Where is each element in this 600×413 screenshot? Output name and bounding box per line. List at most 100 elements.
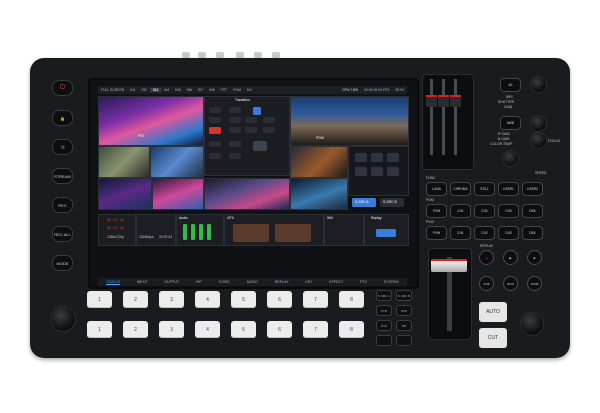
- transition-option[interactable]: [209, 153, 221, 159]
- pgm-key-5[interactable]: 5: [231, 291, 256, 308]
- user1-button[interactable]: USER1: [498, 182, 519, 196]
- tab-system[interactable]: SYSTEM: [384, 280, 399, 284]
- input-thumb-6[interactable]: [204, 178, 290, 210]
- rec-button[interactable]: REC: [52, 197, 73, 213]
- auto-iris-button[interactable]: A/I: [500, 78, 521, 92]
- pgm-key-2[interactable]: 2: [123, 291, 148, 308]
- mv-cell[interactable]: [355, 153, 367, 162]
- pvw-key-4[interactable]: 4: [195, 321, 220, 338]
- transition-option[interactable]: [209, 117, 221, 123]
- speed-knob[interactable]: [502, 150, 519, 167]
- tab-in3[interactable]: IN3: [149, 88, 162, 92]
- replay-play-button[interactable]: ▶: [503, 250, 518, 265]
- pvw-key-8[interactable]: 8: [339, 321, 364, 338]
- tab-mv[interactable]: MV: [244, 88, 255, 92]
- pgm-ch1-button[interactable]: CH1: [450, 204, 471, 218]
- pvw-key-6[interactable]: 6: [267, 321, 292, 338]
- fader-knob[interactable]: [426, 95, 437, 107]
- pvw-ch2-button[interactable]: CH2: [474, 226, 495, 240]
- ptz-key[interactable]: PTZ: [376, 320, 392, 331]
- mv-cell[interactable]: [387, 167, 399, 176]
- transition-thumb[interactable]: [253, 141, 267, 151]
- tab-in4[interactable]: IN4: [161, 88, 172, 92]
- stream-button[interactable]: STREAM: [52, 168, 73, 184]
- tab-in1[interactable]: IN1: [127, 88, 138, 92]
- transition-option[interactable]: [229, 117, 241, 123]
- pvw-ch1-button[interactable]: CH1: [450, 226, 471, 240]
- tab-audio[interactable]: AUDIO: [247, 280, 258, 284]
- small-key[interactable]: [376, 335, 392, 346]
- power-button[interactable]: ⏻: [52, 80, 73, 96]
- tab-key[interactable]: KEY: [305, 280, 312, 284]
- mv-cell[interactable]: [371, 167, 383, 176]
- pvw-key-3[interactable]: 3: [159, 321, 184, 338]
- pvw-key-1[interactable]: 1: [87, 321, 112, 338]
- tab-s-src[interactable]: S-SRC: [219, 280, 230, 284]
- tab-in6[interactable]: IN6: [184, 88, 195, 92]
- awb-button[interactable]: AWB: [500, 116, 521, 130]
- input-thumb-7[interactable]: [290, 178, 348, 210]
- user2-button[interactable]: USER2: [522, 182, 543, 196]
- pgm-key-6[interactable]: 6: [267, 291, 292, 308]
- transition-option[interactable]: [245, 117, 257, 123]
- transition-record-button[interactable]: [209, 127, 221, 134]
- pgm-preview[interactable]: [290, 96, 409, 146]
- tab-pst[interactable]: PST: [218, 88, 231, 92]
- s-src-b-key[interactable]: S-SRC B: [396, 290, 412, 301]
- mv-cell[interactable]: [371, 153, 383, 162]
- tab-input[interactable]: INPUT: [137, 280, 148, 284]
- tab-in5[interactable]: IN5: [172, 88, 183, 92]
- ptz-joystick[interactable]: [50, 306, 76, 332]
- pvw-key-7[interactable]: 7: [303, 321, 328, 338]
- lock-button[interactable]: 🔒: [52, 110, 73, 126]
- replay-stop-button[interactable]: ■: [527, 250, 542, 265]
- gfx-thumb[interactable]: [275, 224, 311, 242]
- control-knob[interactable]: [520, 312, 544, 336]
- transition-option[interactable]: [229, 107, 241, 113]
- chroma-button[interactable]: CHROMA: [450, 182, 471, 196]
- pgm-key-3[interactable]: 3: [159, 291, 184, 308]
- mv-cell[interactable]: [387, 153, 399, 162]
- fader-knob[interactable]: [450, 95, 461, 107]
- focus-knob[interactable]: [530, 132, 547, 149]
- pgm-ch3-button[interactable]: CH3: [498, 204, 519, 218]
- pvw-ch3-button[interactable]: CH3: [498, 226, 519, 240]
- pgm-ch2-button[interactable]: CH2: [474, 204, 495, 218]
- gfx-thumb[interactable]: [233, 224, 269, 242]
- transition-option[interactable]: [209, 107, 221, 113]
- luma-button[interactable]: LUMA: [426, 182, 447, 196]
- pgm-key-4[interactable]: 4: [195, 291, 220, 308]
- pgm-key-1[interactable]: 1: [87, 291, 112, 308]
- pgm-key-7[interactable]: 7: [303, 291, 328, 308]
- tab-fullscreen[interactable]: FULL SCREEN: [98, 88, 127, 92]
- transition-option[interactable]: [229, 141, 241, 147]
- input-thumb-5[interactable]: [152, 178, 204, 210]
- tab-replay[interactable]: REPLAY: [275, 280, 289, 284]
- pgm-key-8[interactable]: 8: [339, 291, 364, 308]
- input-thumb-3[interactable]: [290, 146, 348, 178]
- pvw-key-5[interactable]: 5: [231, 321, 256, 338]
- iris-knob[interactable]: [530, 76, 547, 93]
- replay-play-button[interactable]: [376, 229, 396, 237]
- wb-knob[interactable]: [530, 115, 547, 132]
- tab-pip[interactable]: PIP: [196, 280, 202, 284]
- small-key[interactable]: [396, 335, 412, 346]
- pip-key[interactable]: PIP: [396, 320, 412, 331]
- auto-button[interactable]: AUTO: [479, 302, 507, 322]
- input-thumb-4[interactable]: [98, 178, 152, 210]
- transition-option[interactable]: [263, 117, 275, 123]
- run-button[interactable]: RUN: [503, 276, 518, 291]
- s-src-a-button[interactable]: S-SRC A: [352, 198, 376, 207]
- fader-knob[interactable]: [438, 95, 449, 107]
- s-src-b-button[interactable]: S-SRC B: [380, 198, 404, 207]
- mode-button[interactable]: MODE: [52, 255, 73, 271]
- tab-output[interactable]: OUTPUT: [164, 280, 179, 284]
- copy-button[interactable]: ❐: [52, 139, 73, 155]
- still-button[interactable]: STILL: [474, 182, 495, 196]
- pvw-dsk-button[interactable]: DSK: [522, 226, 543, 240]
- t-bar-handle[interactable]: [431, 259, 467, 272]
- transition-option[interactable]: [245, 127, 257, 133]
- ftb-key[interactable]: FTB: [376, 305, 392, 316]
- cue-button[interactable]: CUE: [479, 276, 494, 291]
- touch-screen[interactable]: FULL SCREEN IN1 IN2 IN3 IN4 IN5 IN6 IN7 …: [88, 78, 419, 289]
